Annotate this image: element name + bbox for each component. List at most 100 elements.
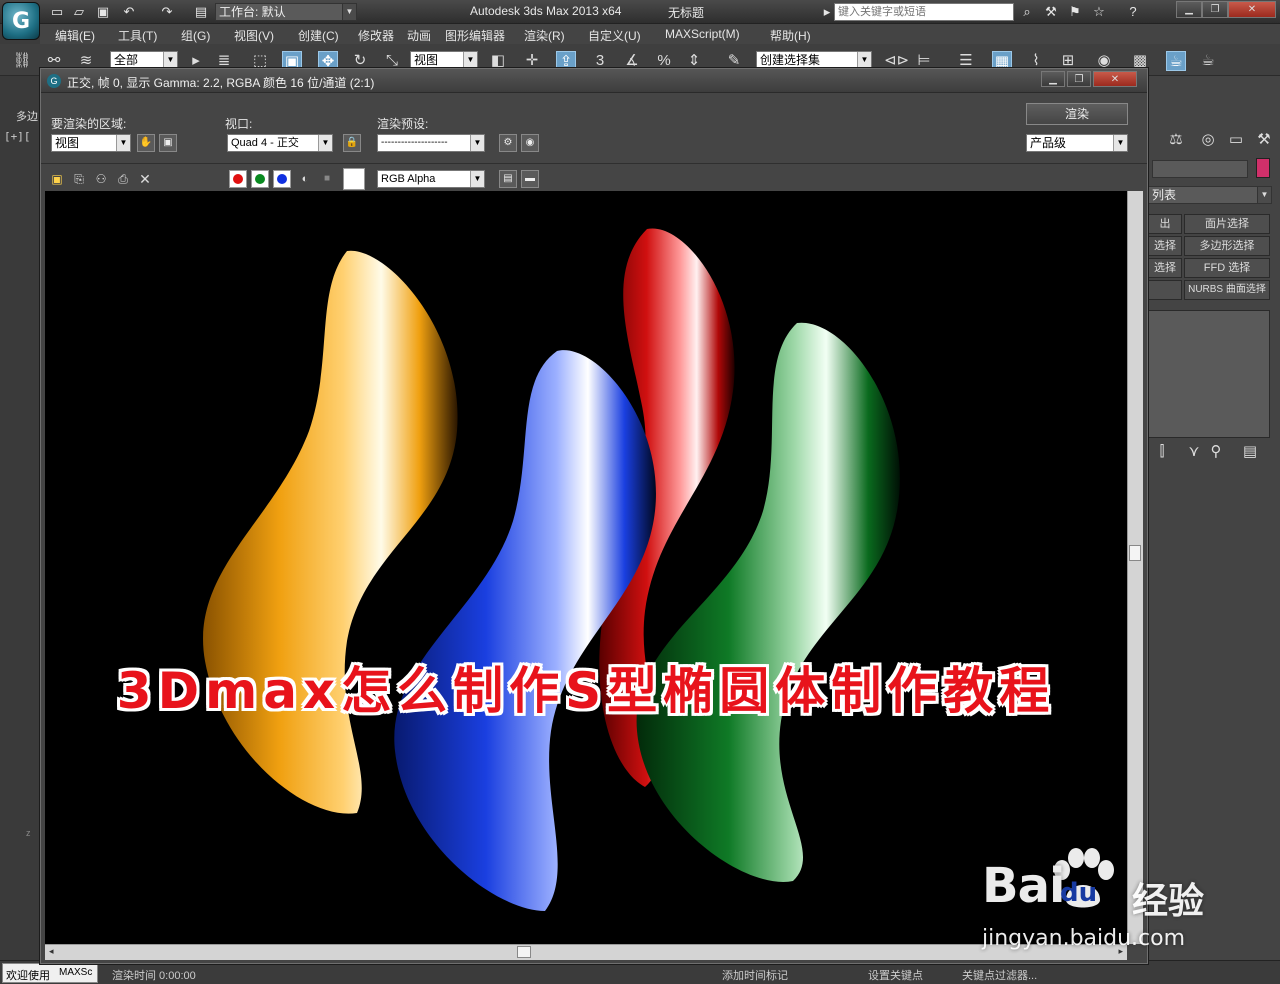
key-filters-button[interactable]: 关键点过滤器... [962,967,1037,983]
redo-icon[interactable]: ↷ [158,3,176,21]
binoculars-icon[interactable]: ⌕ [1018,3,1036,21]
app-logo[interactable]: G [2,2,40,40]
pin-stack-icon[interactable]: ⫿ [1152,442,1172,462]
selection-filter-select[interactable]: 全部 ▼ [110,51,178,69]
print-image-icon[interactable]: ⎙ [113,169,133,189]
red-channel-toggle[interactable] [229,170,247,188]
modifier-button-partial-3[interactable]: 选择 [1148,258,1182,278]
clear-image-icon[interactable]: ✕ [135,169,155,189]
render-preset-select[interactable]: -------------------- ▼ [377,134,485,152]
background-color-swatch[interactable] [343,168,365,190]
modifier-list-select[interactable]: 列表 ▼ [1148,186,1272,204]
green-channel-toggle[interactable] [251,170,269,188]
make-unique-icon[interactable]: ⚲ [1206,442,1226,462]
wrench-icon[interactable]: ⚒ [1042,3,1060,21]
watermark-url: jingyan.baidu.com [982,926,1186,951]
menu-customize[interactable]: 自定义(U) [588,27,641,44]
utilities-icon[interactable]: ⚒ [1254,130,1274,150]
restore-button[interactable]: ❐ [1202,1,1228,18]
help-icon[interactable]: ? [1124,3,1142,21]
nurbs-surface-select-button[interactable]: NURBS 曲面选择 [1184,280,1270,300]
show-end-result-icon[interactable]: ⋎ [1184,442,1204,462]
menu-maxscript[interactable]: MAXScript(M) [665,27,740,41]
lock-viewport-icon[interactable]: 🔒 [343,134,361,152]
chevron-down-icon: ▼ [470,171,484,187]
menu-graph-editors[interactable]: 图形编辑器 [445,27,505,44]
render-window-minimize-button[interactable]: ▁ [1041,71,1065,87]
viewport-select[interactable]: Quad 4 - 正交 ▼ [227,134,333,152]
select-link-icon[interactable]: ⛓ [12,51,32,71]
open-file-icon[interactable]: ▱ [70,3,88,21]
modifier-button-partial-1[interactable]: 出 [1148,214,1182,234]
modifier-button-partial-2[interactable]: 选择 [1148,236,1182,256]
favorites-star-icon[interactable]: ☆ [1090,3,1108,21]
motion-icon[interactable]: ◎ [1198,130,1218,150]
configure-modifier-sets-icon[interactable]: ▤ [1240,442,1260,462]
workspace-select[interactable]: 工作台: 默认 ▼ [215,3,357,21]
edit-region-icon[interactable]: ✋ [137,134,155,152]
menu-group[interactable]: 组(G) [181,27,210,44]
communication-icon[interactable]: ⚑ [1066,3,1084,21]
maxscript-listener[interactable]: 欢迎使用 MAXSc [2,963,98,983]
menu-edit[interactable]: 编辑(E) [55,27,95,44]
menu-tools[interactable]: 工具(T) [118,27,157,44]
poly-select-button[interactable]: 多边形选择 [1184,236,1270,256]
render-window-close-button[interactable]: ✕ [1093,71,1137,87]
menu-animation[interactable]: 动画 [407,27,431,44]
area-to-render-select[interactable]: 视图 ▼ [51,134,131,152]
horizontal-scroll-thumb[interactable] [517,946,531,958]
hierarchy-icon[interactable]: ⚖ [1166,130,1186,150]
named-selection-select[interactable]: 创建选择集 ▼ [756,51,872,69]
scroll-left-arrow-icon[interactable]: ◂ [49,946,54,957]
render-window-restore-button[interactable]: ❐ [1067,71,1091,87]
modifier-stack-list[interactable] [1148,310,1270,438]
menu-views[interactable]: 视图(V) [234,27,274,44]
patch-select-button[interactable]: 面片选择 [1184,214,1270,234]
render-production-icon[interactable]: ☕ [1198,51,1218,71]
minimize-button[interactable]: ▁ [1176,1,1202,18]
add-time-tag[interactable]: 添加时间标记 [722,967,788,983]
clone-window-icon[interactable]: ⚇ [91,169,111,189]
project-folder-icon[interactable]: ▤ [192,3,210,21]
display-channel-select[interactable]: RGB Alpha ▼ [377,170,485,188]
chevron-down-icon: ▼ [116,135,130,151]
document-title: 无标题 [668,6,705,20]
auto-region-icon[interactable]: ▣ [159,134,177,152]
viewport-label[interactable]: [+][ [4,130,31,143]
reference-coordinate-select[interactable]: 视图 ▼ [410,51,478,69]
chevron-down-icon: ▼ [163,52,177,68]
object-name-field[interactable] [1152,160,1248,178]
monochrome-icon[interactable]: ■ [317,169,337,189]
vertical-scrollbar[interactable] [1127,191,1143,944]
menu-modifiers[interactable]: 修改器 [358,27,394,44]
close-button[interactable]: ✕ [1228,1,1276,18]
menu-help[interactable]: 帮助(H) [770,27,811,44]
new-file-icon[interactable]: ▭ [48,3,66,21]
modifier-button-blank[interactable] [1148,280,1182,300]
menu-rendering[interactable]: 渲染(R) [524,27,565,44]
rendered-frame-window-icon[interactable]: ☕ [1166,51,1186,71]
viewport-label-text: 视口: [225,117,253,131]
toggle-ui-overlay-icon[interactable]: ▤ [499,170,517,188]
save-image-icon[interactable]: ▣ [47,169,67,189]
object-color-swatch[interactable] [1256,158,1270,178]
vertical-scroll-thumb[interactable] [1129,545,1141,561]
environment-effects-icon[interactable]: ◉ [521,134,539,152]
render-window-title: 正交, 帧 0, 显示 Gamma: 2.2, RGBA 颜色 16 位/通道 … [67,76,375,90]
undo-icon[interactable]: ↶ [120,3,138,21]
save-file-icon[interactable]: ▣ [94,3,112,21]
toggle-ui-icon[interactable]: ▬ [521,170,539,188]
display-icon[interactable]: ▭ [1226,130,1246,150]
search-input[interactable] [834,3,1014,21]
copy-image-icon[interactable]: ⎘ [69,169,89,189]
set-key-label[interactable]: 设置关键点 [868,967,923,983]
blue-channel-toggle[interactable] [273,170,291,188]
render-quality-select[interactable]: 产品级 ▼ [1026,134,1128,152]
menu-create[interactable]: 创建(C) [298,27,339,44]
ffd-select-button[interactable]: FFD 选择 [1184,258,1270,278]
render-setup-icon[interactable]: ⚙ [499,134,517,152]
ribbon-tab-label[interactable]: 多边 [16,108,38,124]
render-button[interactable]: 渲染 [1026,103,1128,125]
green-dot-icon [255,174,265,184]
alpha-channel-icon[interactable]: ◐ [295,169,315,189]
